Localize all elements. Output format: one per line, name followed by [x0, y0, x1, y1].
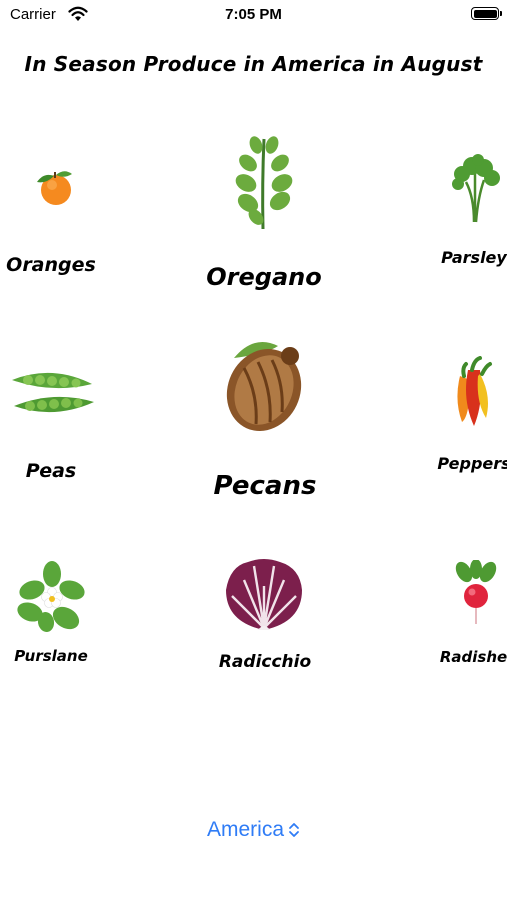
parsley-icon — [452, 154, 500, 223]
region-picker[interactable]: America — [0, 818, 507, 842]
region-picker-value: America — [206, 818, 285, 841]
orange-icon — [37, 171, 72, 205]
produce-label-purslane: Purslane — [14, 647, 88, 665]
produce-label-parsley: Parsley — [441, 248, 507, 267]
chevron-up-down-icon — [289, 823, 299, 838]
produce-label-oranges: Oranges — [6, 254, 96, 276]
purslane-icon — [17, 561, 85, 632]
radicchio-icon — [226, 559, 302, 630]
produce-label-oregano: Oregano — [206, 263, 322, 291]
produce-grid: Oranges Oregano Parsley Peas Pecans Pepp… — [0, 0, 507, 800]
pecan-icon — [226, 342, 302, 431]
produce-label-radicchio: Radicchio — [218, 652, 312, 672]
peas-icon — [12, 372, 94, 413]
oregano-icon — [235, 136, 293, 230]
radish-icon — [455, 560, 497, 624]
peppers-icon — [457, 356, 492, 426]
produce-label-peppers: Peppers — [437, 454, 507, 473]
produce-label-radishes: Radishes — [439, 648, 507, 666]
produce-label-peas: Peas — [25, 460, 77, 482]
produce-label-pecans: Pecans — [213, 471, 317, 501]
